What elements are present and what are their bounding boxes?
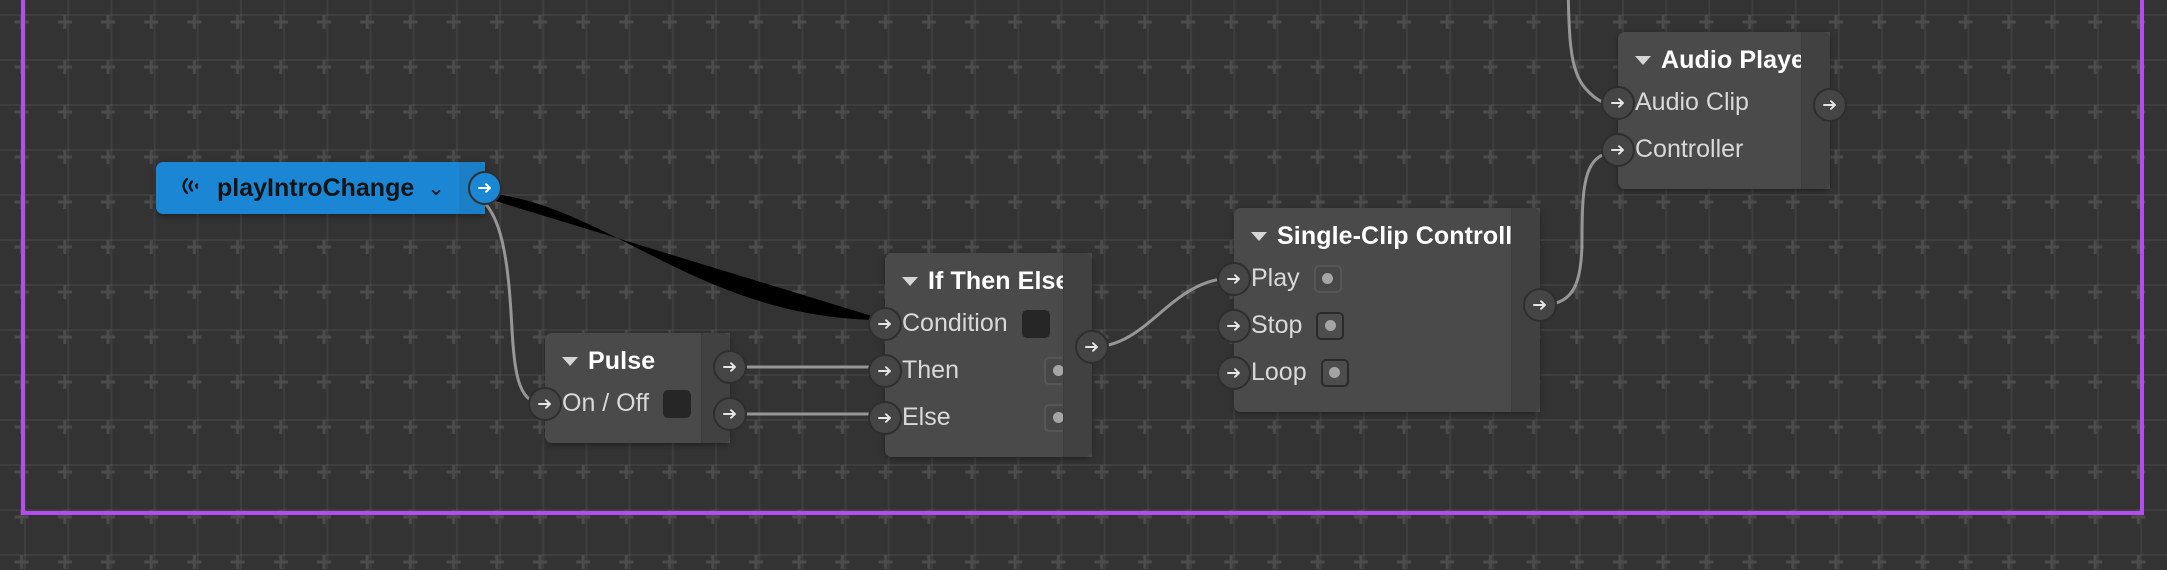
node-audio-player[interactable]: Audio Player Audio Clip Controller bbox=[1601, 32, 1847, 189]
dot-icon bbox=[1324, 320, 1336, 331]
chevron-down-icon[interactable]: ⌄ bbox=[427, 178, 445, 199]
input-label: Condition bbox=[902, 309, 1008, 337]
node-if-then-else-body: If Then Else Condition Then Else bbox=[868, 253, 1109, 457]
input-port-controller[interactable] bbox=[1601, 133, 1635, 167]
input-port-audio-clip[interactable] bbox=[1601, 86, 1635, 120]
wire-event-to-pulse bbox=[465, 190, 546, 406]
input-port-loop[interactable] bbox=[1217, 356, 1251, 390]
loop-trigger-widget[interactable] bbox=[1320, 358, 1349, 387]
wire-controller-to-audioplayer bbox=[1539, 150, 1619, 307]
condition-value-widget[interactable] bbox=[1021, 309, 1050, 338]
dot-icon bbox=[1052, 412, 1064, 423]
input-port-stop[interactable] bbox=[1217, 309, 1251, 343]
dot-icon bbox=[1052, 365, 1064, 376]
event-node-label: playIntroChange bbox=[217, 173, 415, 202]
wire-event-to-condition bbox=[466, 192, 885, 320]
node-pulse-body: Pulse On / Off bbox=[528, 333, 747, 443]
input-port-else[interactable] bbox=[868, 401, 902, 435]
input-port-onoff[interactable] bbox=[528, 387, 562, 421]
node-input-then[interactable]: Then bbox=[868, 347, 1092, 394]
stop-trigger-widget[interactable] bbox=[1316, 311, 1345, 340]
event-output-port[interactable] bbox=[467, 171, 502, 205]
node-input-controller[interactable]: Controller bbox=[1601, 126, 1830, 173]
node-if-then-else-title[interactable]: If Then Else bbox=[885, 253, 1092, 300]
input-port-condition[interactable] bbox=[868, 307, 902, 341]
input-label: Else bbox=[902, 403, 951, 431]
output-port[interactable] bbox=[1075, 330, 1109, 364]
node-audio-player-body: Audio Player Audio Clip Controller bbox=[1601, 32, 1847, 189]
triangle-down-icon[interactable] bbox=[562, 357, 578, 366]
node-if-then-else[interactable]: If Then Else Condition Then Else bbox=[868, 253, 1109, 457]
wire-ifthenelse-to-play bbox=[1091, 276, 1235, 349]
node-title-label: Audio Player bbox=[1661, 46, 1816, 74]
input-label: Then bbox=[902, 356, 959, 384]
input-port-then[interactable] bbox=[868, 354, 902, 388]
node-single-clip-controller-body: Single-Clip Controller Play Stop Loop bbox=[1217, 208, 1557, 412]
graph-canvas[interactable]: playIntroChange ⌄ Pulse On / Off If Then… bbox=[0, 0, 2167, 570]
event-node-playintrochange[interactable]: playIntroChange ⌄ bbox=[156, 162, 502, 214]
dot-icon bbox=[1322, 273, 1334, 284]
triangle-down-icon[interactable] bbox=[1635, 56, 1651, 65]
node-input-play[interactable]: Play bbox=[1217, 255, 1540, 302]
node-input-audio-clip[interactable]: Audio Clip bbox=[1601, 79, 1830, 126]
output-port[interactable] bbox=[1523, 288, 1557, 322]
input-label: Audio Clip bbox=[1635, 88, 1749, 116]
node-input-stop[interactable]: Stop bbox=[1217, 302, 1540, 349]
input-label: On / Off bbox=[562, 389, 650, 417]
event-node-header[interactable]: playIntroChange ⌄ bbox=[156, 162, 502, 214]
node-single-clip-controller[interactable]: Single-Clip Controller Play Stop Loop bbox=[1217, 208, 1557, 412]
triangle-down-icon[interactable] bbox=[1251, 232, 1267, 241]
input-label: Stop bbox=[1251, 311, 1303, 339]
output-port-b[interactable] bbox=[713, 397, 747, 431]
node-title-label: Pulse bbox=[588, 347, 656, 375]
triangle-down-icon[interactable] bbox=[902, 277, 918, 286]
node-title-label: Single-Clip Controller bbox=[1277, 222, 1537, 250]
node-input-condition[interactable]: Condition bbox=[868, 300, 1092, 347]
input-label: Loop bbox=[1251, 358, 1307, 386]
input-label: Controller bbox=[1635, 135, 1744, 163]
node-pulse[interactable]: Pulse On / Off bbox=[528, 333, 747, 443]
output-port[interactable] bbox=[1813, 88, 1847, 122]
play-trigger-widget[interactable] bbox=[1313, 264, 1342, 293]
node-input-loop[interactable]: Loop bbox=[1217, 349, 1540, 396]
node-title-label: If Then Else bbox=[928, 267, 1070, 295]
output-port-a[interactable] bbox=[713, 350, 747, 384]
node-input-else[interactable]: Else bbox=[868, 394, 1092, 441]
node-single-clip-controller-title[interactable]: Single-Clip Controller bbox=[1234, 208, 1540, 255]
input-label: Play bbox=[1251, 264, 1300, 292]
node-audio-player-title[interactable]: Audio Player bbox=[1618, 32, 1830, 79]
onoff-toggle-widget[interactable] bbox=[663, 389, 692, 418]
broadcast-icon bbox=[178, 173, 204, 204]
input-port-play[interactable] bbox=[1217, 262, 1251, 296]
dot-icon bbox=[1329, 367, 1341, 378]
